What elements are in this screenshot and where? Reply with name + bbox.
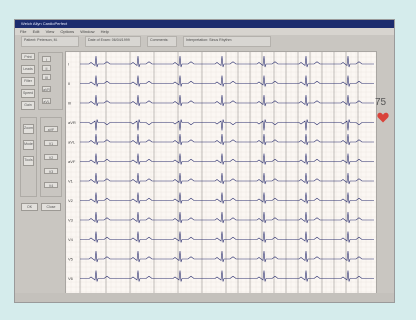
settings-group: aVF V1 V2 V3 V4 (40, 117, 62, 197)
lead-label-v4: V4 (68, 237, 74, 242)
menu-file[interactable]: File (20, 29, 26, 34)
close-button[interactable]: Close (41, 203, 61, 211)
option-7[interactable]: V2 (44, 154, 58, 160)
option-5[interactable]: aVF (44, 126, 58, 132)
menu-view[interactable]: View (46, 29, 55, 34)
lead-label-v5: V5 (68, 257, 74, 262)
lead-label-ii: II (68, 81, 70, 86)
ecg-trace-iii (80, 94, 374, 107)
ecg-trace-v3 (80, 211, 374, 224)
interpretation-field: Interpretation: Sinus Rhythm (183, 36, 271, 47)
option-0[interactable]: I (42, 56, 51, 62)
ok-button[interactable]: OK (21, 203, 38, 211)
menu-edit[interactable]: Edit (33, 29, 40, 34)
menu-window[interactable]: Window (80, 29, 94, 34)
ecg-trace-i (80, 55, 374, 68)
app-window: Welch Allyn CardioPerfect File Edit View… (14, 19, 395, 303)
status-bar (15, 293, 394, 302)
patient-field: Patient: Peterson, M. (21, 36, 79, 47)
comments-field: Comments: (147, 36, 177, 47)
lead-label-avf: aVF (68, 159, 76, 164)
menu-bar: File Edit View Options Window Help (15, 28, 394, 35)
lead-label-avl: aVL (68, 140, 76, 145)
lead-label-i: I (68, 62, 69, 67)
leads-button[interactable]: Leads (21, 65, 35, 74)
lead-label-avr: aVR (68, 120, 76, 125)
ecg-chart-area: I II III aVR aVL aVF V1 V2 V3 V4 V5 V6 (65, 51, 377, 294)
patient-info-bar: Patient: Peterson, M. Date of Exam: 06/0… (21, 36, 389, 48)
tools-button[interactable]: Tools (23, 156, 34, 166)
lead-label-iii: III (68, 101, 71, 106)
ecg-trace-avr (80, 119, 374, 131)
ecg-trace-v1 (80, 172, 374, 185)
option-4[interactable]: aVL (42, 98, 51, 104)
lead-label-v6: V6 (68, 276, 74, 281)
exam-date-field: Date of Exam: 06/04/1999 (85, 36, 141, 47)
lead-label-v3: V3 (68, 218, 74, 223)
option-6[interactable]: V1 (44, 140, 58, 146)
option-2[interactable]: III (42, 74, 51, 80)
mode-button[interactable]: Mode (23, 140, 34, 150)
menu-help[interactable]: Help (101, 29, 109, 34)
option-9[interactable]: V4 (44, 182, 58, 188)
option-1[interactable]: II (42, 65, 51, 71)
ecg-traces: IIIIIIaVRaVLaVFV1V2V3V4V5V6 (66, 52, 376, 293)
heart-icon (377, 112, 389, 123)
lead-label-v2: V2 (68, 198, 74, 203)
option-3[interactable]: aVR (42, 86, 51, 92)
print-button[interactable]: Print (21, 53, 35, 60)
zoom-button[interactable]: Zoom (23, 124, 34, 134)
filter-button[interactable]: Filter (21, 77, 35, 86)
ecg-trace-avl (80, 133, 374, 146)
ecg-trace-v5 (80, 250, 374, 263)
gain-button[interactable]: Gain (21, 101, 35, 110)
heart-rate-value: 75 (375, 97, 387, 108)
lead-options-group: I II III aVR aVL (38, 52, 63, 110)
control-panel: Print I II III aVR aVL Leads Filter Spee… (19, 51, 65, 287)
menu-options[interactable]: Options (60, 29, 74, 34)
option-8[interactable]: V3 (44, 168, 58, 174)
speed-button[interactable]: Speed (21, 89, 35, 98)
window-titlebar: Welch Allyn CardioPerfect (15, 20, 394, 28)
ecg-trace-avf (80, 153, 374, 165)
mode-group: Zoom Mode Tools (20, 117, 37, 197)
lead-label-v1: V1 (68, 179, 74, 184)
